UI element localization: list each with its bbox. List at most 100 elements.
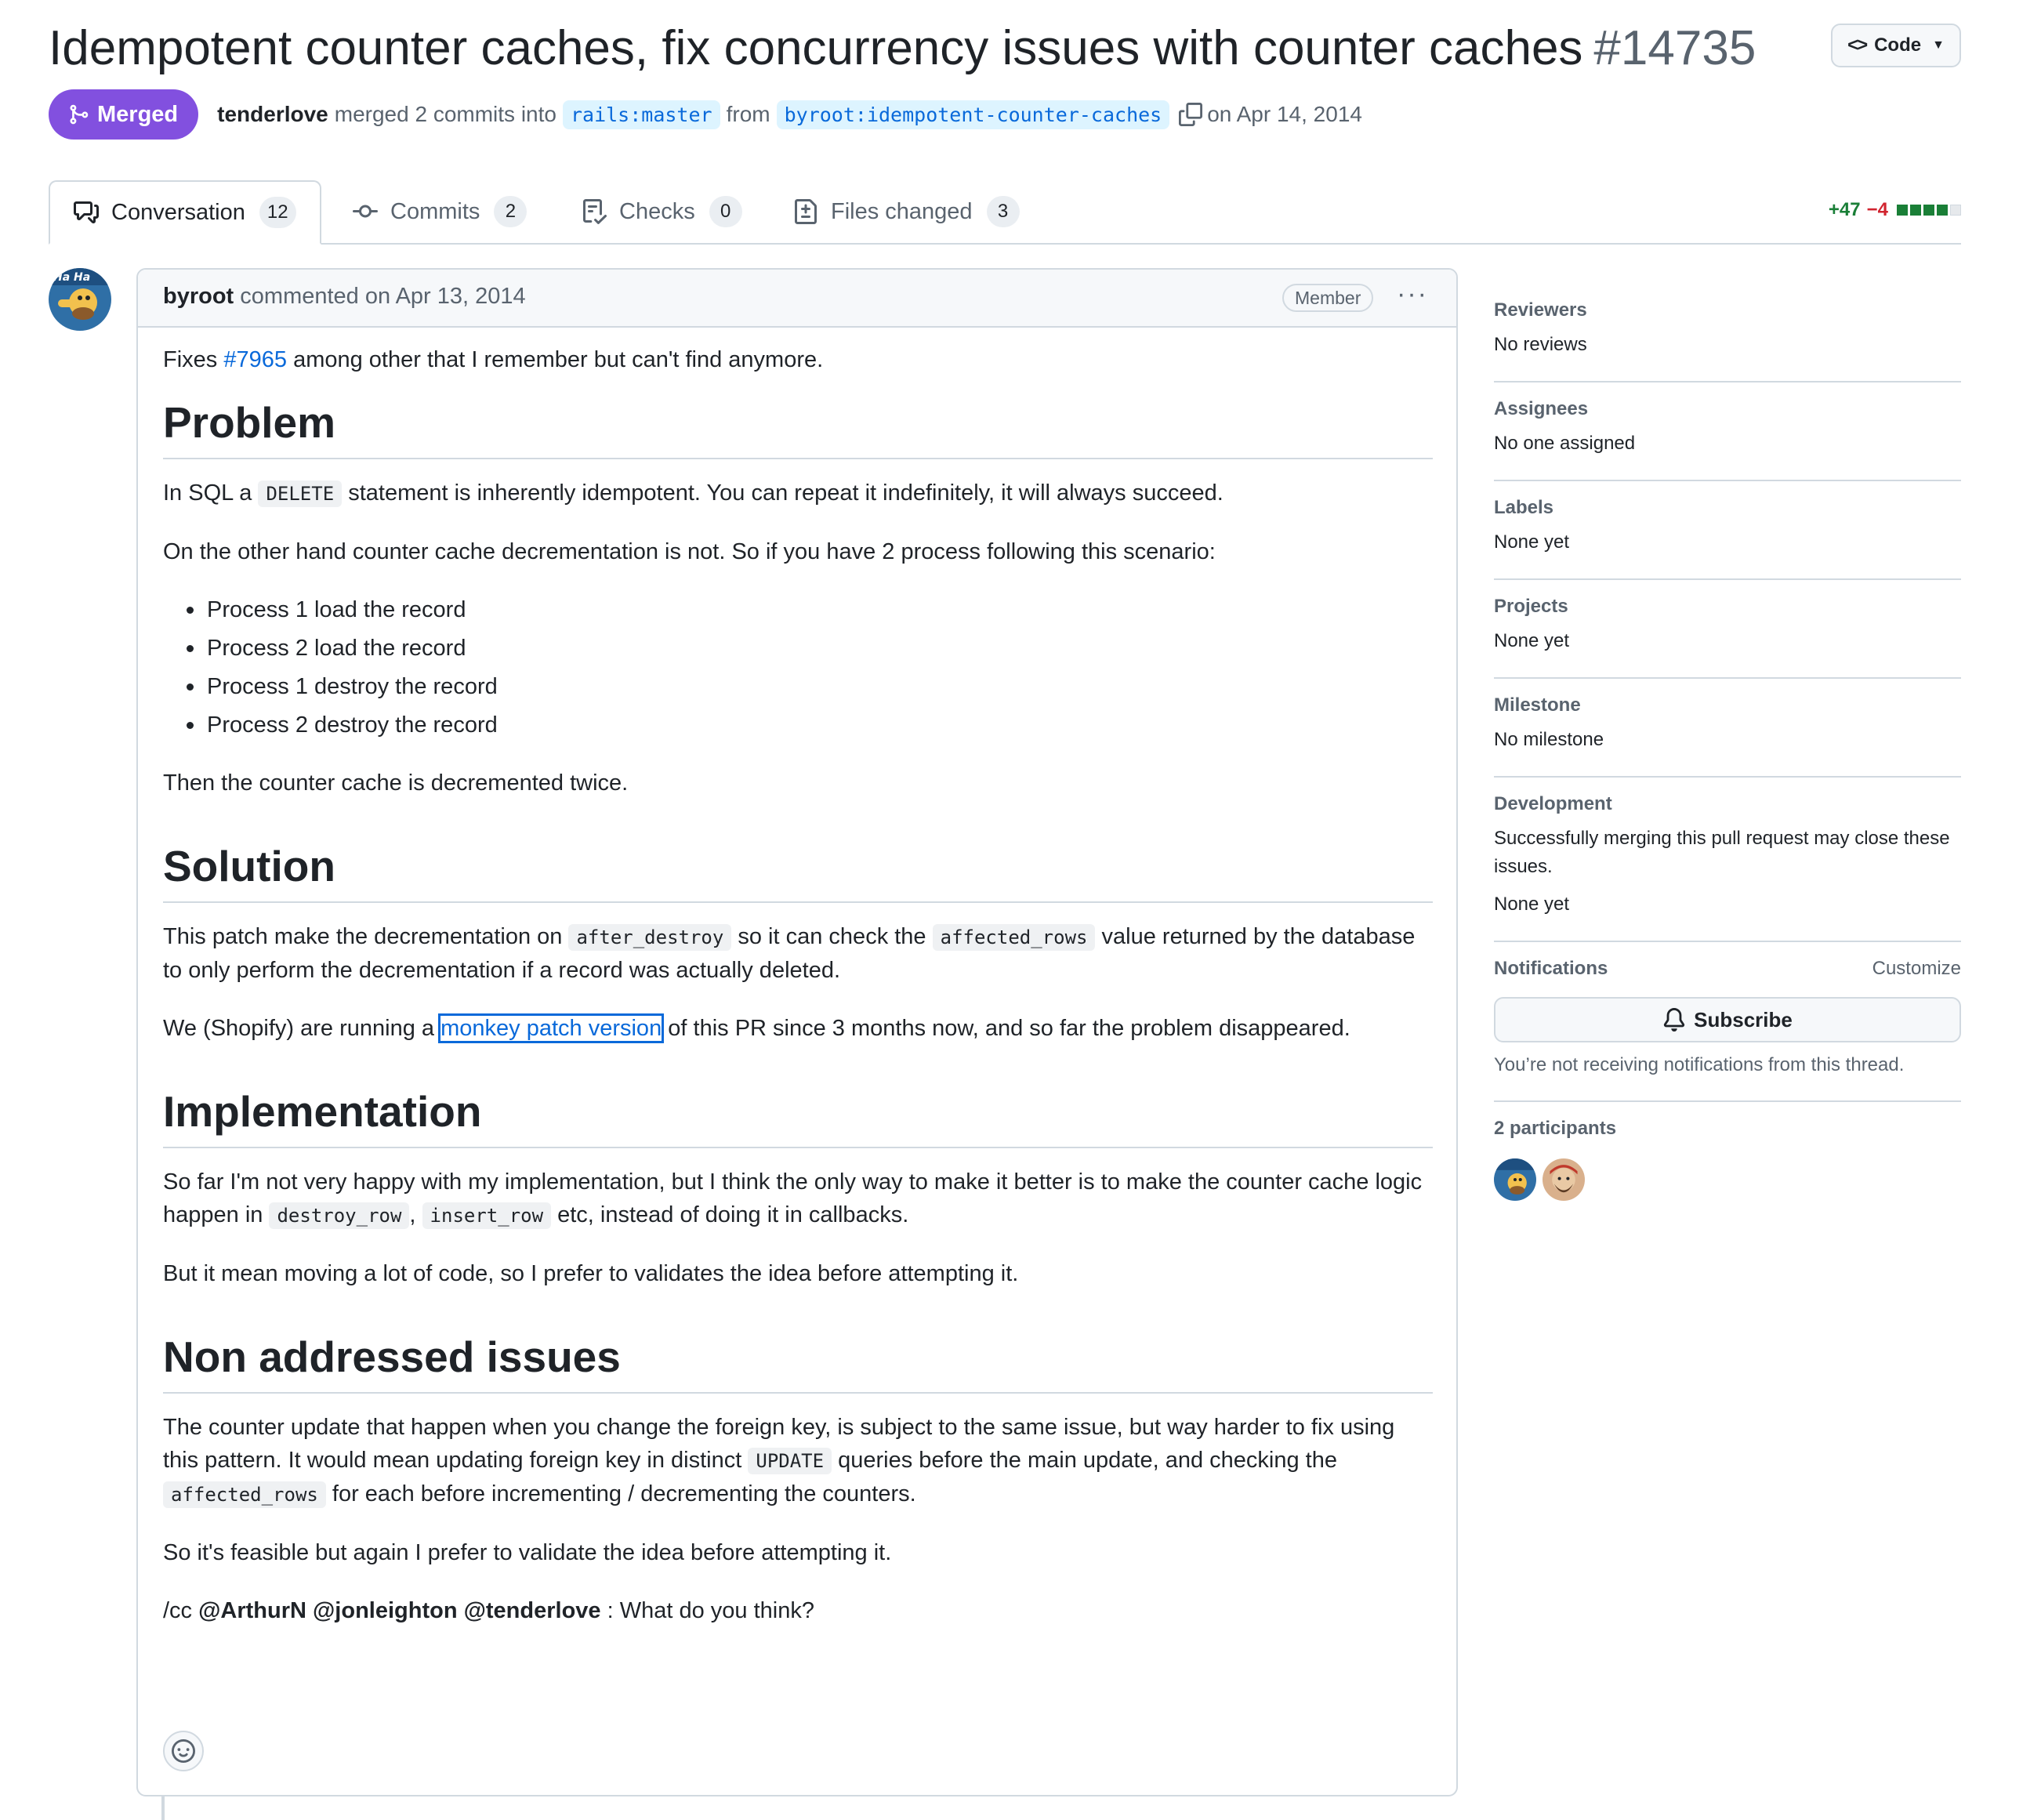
mention-arthurn[interactable]: @ArthurN [198, 1598, 306, 1623]
comment-box: byroot commented on Apr 13, 2014 Member … [136, 268, 1458, 1796]
pr-title: Idempotent counter caches, fix concurren… [49, 17, 1756, 80]
intro-paragraph: Fixes #7965 among other that I remember … [163, 343, 1433, 376]
sidebar-labels-value: None yet [1494, 531, 1570, 553]
inline-code: affected_rows [163, 1481, 326, 1508]
pr-number: #14735 [1593, 21, 1756, 75]
sidebar-development-title[interactable]: Development [1494, 789, 1961, 820]
copy-icon[interactable] [1179, 103, 1203, 126]
subscribe-label: Subscribe [1694, 1007, 1793, 1031]
tab-checks-label: Checks [619, 198, 695, 224]
solution-text: so it can check the [738, 924, 926, 949]
git-commit-icon [353, 205, 378, 218]
inline-code: affected_rows [932, 924, 1096, 951]
add-reaction-button[interactable] [163, 1731, 204, 1771]
solution-text: of this PR since 3 months now, and so fa… [668, 1016, 1350, 1041]
intro-text: Fixes [163, 347, 218, 372]
subscribe-button[interactable]: Subscribe [1494, 997, 1961, 1042]
sidebar-milestone: Milestone No milestone [1494, 679, 1961, 778]
sidebar-reviewers-title[interactable]: Reviewers [1494, 295, 1961, 326]
code-button-label: Code [1874, 34, 1922, 56]
sidebar-assignees-title[interactable]: Assignees [1494, 393, 1961, 425]
sidebar-milestone-value: No milestone [1494, 729, 1604, 750]
code-icon: <> [1847, 34, 1868, 56]
base-branch[interactable]: rails:master [562, 100, 720, 129]
non-addressed-paragraph-1: The counter update that happen when you … [163, 1411, 1433, 1511]
sidebar-assignees-value: No one assigned [1494, 433, 1636, 454]
sidebar-notifications: Notifications Customize Subscribe You’re… [1494, 942, 1961, 1102]
problem-paragraph-3: Then the counter cache is decremented tw… [163, 770, 629, 796]
tab-files-changed[interactable]: Files changed 3 [793, 180, 1020, 243]
sidebar-development: Development Successfully merging this pu… [1494, 778, 1961, 942]
non-addressed-paragraph-2: So it's feasible but again I prefer to v… [163, 1540, 892, 1565]
bell-icon [1664, 1008, 1685, 1031]
sidebar-projects: Projects None yet [1494, 580, 1961, 679]
comment-discussion-icon [74, 201, 99, 223]
tab-checks[interactable]: Checks 0 [582, 180, 742, 243]
member-badge: Member [1282, 284, 1374, 312]
code-button[interactable]: <> Code ▼ [1831, 24, 1961, 67]
comment-body: Fixes #7965 among other that I remember … [163, 326, 1433, 1627]
participant-avatar[interactable] [1543, 1158, 1585, 1201]
timeline-line [161, 1796, 165, 1820]
inline-code: UPDATE [748, 1448, 832, 1474]
tab-files-changed-label: Files changed [831, 198, 973, 224]
sidebar-labels-title[interactable]: Labels [1494, 492, 1961, 524]
non-addressed-text: for each before incrementing / decrement… [332, 1481, 916, 1506]
tab-checks-count: 0 [709, 196, 742, 227]
customize-link[interactable]: Customize [1872, 953, 1961, 984]
issue-link[interactable]: #7965 [223, 347, 287, 372]
implementation-text: etc, instead of doing it in callbacks. [557, 1202, 909, 1227]
sidebar-milestone-title[interactable]: Milestone [1494, 690, 1961, 721]
heading-solution: Solution [163, 839, 1433, 903]
cc-paragraph: /cc @ArthurN @jonleighton @tenderlove : … [163, 1594, 1433, 1627]
pr-tabs: Conversation 12 Commits 2 Checks 0 Files… [49, 180, 1961, 245]
diffstat-block-neutral [1950, 205, 1961, 216]
list-item: Process 1 destroy the record [163, 670, 1433, 703]
mention-tenderlove[interactable]: @tenderlove [464, 1598, 601, 1623]
author-avatar[interactable]: Ha Ha [49, 268, 111, 331]
diffstat-additions: +47 [1828, 199, 1861, 220]
separator-text: , [409, 1202, 416, 1227]
merged-state-label: Merged [97, 101, 179, 127]
participant-avatar[interactable] [1494, 1158, 1536, 1201]
monkey-patch-link[interactable]: monkey patch version [438, 1013, 665, 1043]
comment-meta: byroot commented on Apr 13, 2014 [163, 284, 526, 310]
comment-header: byroot commented on Apr 13, 2014 Member … [138, 270, 1456, 328]
sidebar-projects-title[interactable]: Projects [1494, 591, 1961, 622]
inline-code: destroy_row [269, 1202, 410, 1229]
cc-text: /cc [163, 1598, 193, 1623]
inline-code: insert_row [422, 1202, 552, 1229]
sidebar-reviewers: Reviewers No reviews [1494, 284, 1961, 382]
sidebar: Reviewers No reviews Assignees No one as… [1494, 284, 1961, 1223]
svg-text:Ha Ha: Ha Ha [53, 271, 90, 284]
smiley-icon [172, 1739, 195, 1763]
diffstat: +47 −4 [1829, 199, 1961, 221]
mention-jonleighton[interactable]: @jonleighton [313, 1598, 458, 1623]
checklist-icon [583, 199, 607, 224]
intro-text-rest: among other that I remember but can't fi… [293, 347, 824, 372]
merged-state-badge: Merged [49, 89, 199, 140]
tab-commits[interactable]: Commits 2 [353, 180, 527, 243]
inline-code: after_destroy [568, 924, 732, 951]
list-item: Process 2 destroy the record [163, 709, 1433, 741]
cc-question: : What do you think? [607, 1598, 814, 1623]
comment-timestamp[interactable]: commented on Apr 13, 2014 [240, 284, 525, 309]
sidebar-development-description: Successfully merging this pull request m… [1494, 828, 1950, 877]
diffstat-block-added [1910, 205, 1921, 216]
solution-text: We (Shopify) are running a [163, 1016, 435, 1041]
scenario-list: Process 1 load the record Process 2 load… [163, 593, 1433, 741]
comment-author[interactable]: byroot [163, 284, 234, 309]
head-branch[interactable]: byroot:idempotent-counter-caches [776, 100, 1170, 129]
merger-username[interactable]: tenderlove [217, 102, 328, 127]
solution-paragraph-1: This patch make the decrementation on af… [163, 920, 1433, 987]
problem-text: In SQL a [163, 480, 252, 506]
tab-conversation[interactable]: Conversation 12 [49, 180, 321, 245]
problem-paragraph-1: In SQL a DELETE statement is inherently … [163, 477, 1433, 510]
file-diff-icon [795, 199, 817, 224]
diffstat-block-added [1937, 205, 1948, 216]
pr-state-row: Merged tenderlove merged 2 commits into … [49, 89, 1362, 140]
pr-title-text: Idempotent counter caches, fix concurren… [49, 21, 1583, 75]
solution-paragraph-2: We (Shopify) are running a monkey patch … [163, 1012, 1433, 1045]
tab-commits-count: 2 [494, 196, 527, 227]
kebab-horizontal-icon[interactable]: ··· [1397, 281, 1428, 307]
